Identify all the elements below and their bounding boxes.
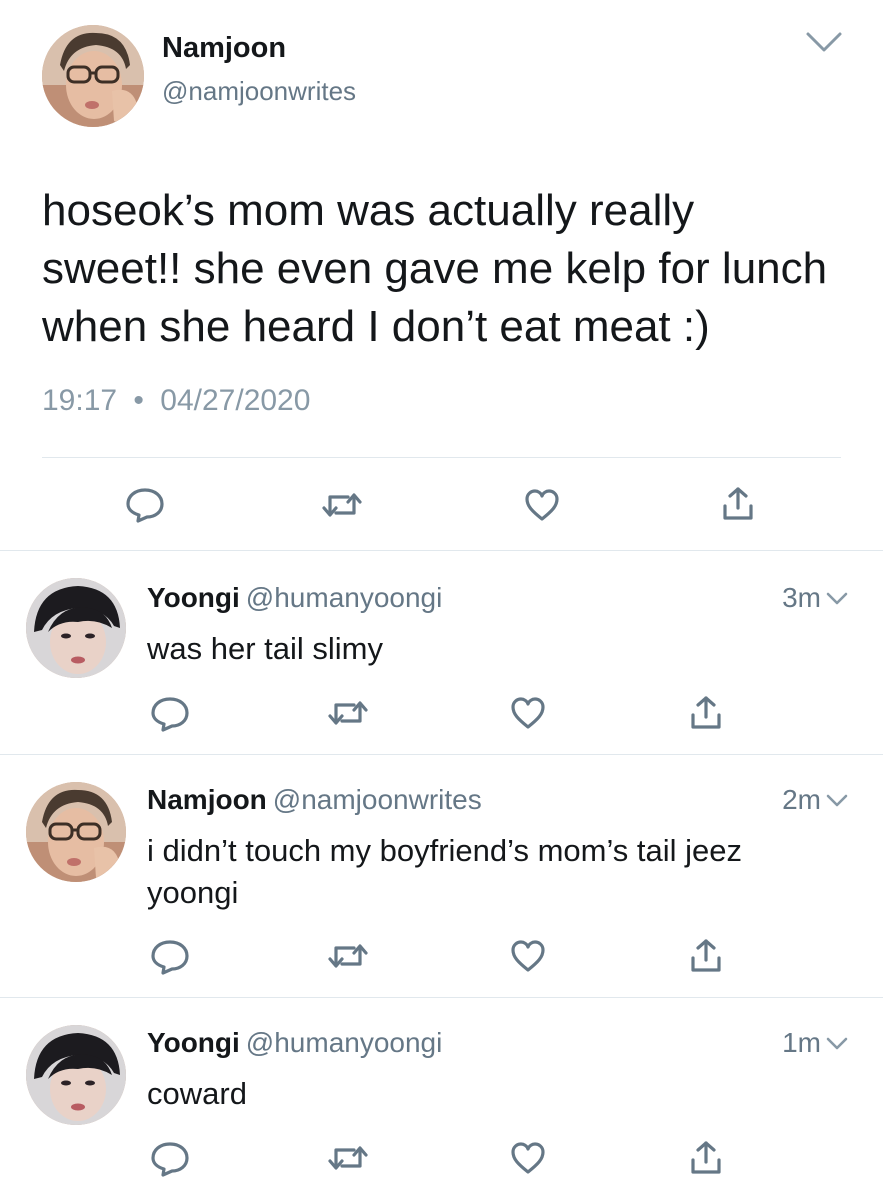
reply-tweet[interactable]: Namjoon @namjoonwrites 2m i didn’t touch …	[0, 754, 883, 997]
divider	[0, 550, 883, 551]
reply-text: was her tail slimy	[147, 631, 383, 666]
tweet-date: 04/27/2020	[160, 384, 311, 417]
author-name[interactable]: Namjoon	[147, 784, 267, 815]
share-icon[interactable]	[721, 486, 755, 522]
avatar[interactable]	[42, 25, 144, 127]
retweet-icon[interactable]	[322, 490, 362, 520]
main-tweet: Namjoon @namjoonwrites hoseok’s mom was …	[0, 0, 883, 550]
reply-icon[interactable]	[149, 695, 191, 733]
tweet-timestamp: 19:17 • 04/27/2020	[42, 384, 310, 418]
reply-timestamp: 2m	[782, 784, 821, 815]
retweet-icon[interactable]	[328, 941, 368, 971]
author-handle[interactable]: @humanyoongi	[246, 582, 443, 613]
chevron-down-icon[interactable]	[826, 592, 848, 606]
reply-tweet[interactable]: Yoongi @humanyoongi 1m coward	[0, 997, 883, 1200]
tweet-text: hoseok’s mom was actually really sweet!!…	[42, 186, 828, 351]
divider	[42, 457, 841, 458]
author-handle[interactable]: @humanyoongi	[246, 1027, 443, 1058]
meta-separator: •	[133, 384, 144, 417]
chevron-down-icon[interactable]	[804, 30, 844, 54]
reply-text: i didn’t touch my boyfriend’s mom’s tail…	[147, 833, 743, 910]
reply-header: Namjoon @namjoonwrites	[147, 784, 482, 816]
author-handle[interactable]: @namjoonwrites	[273, 784, 482, 815]
reply-icon[interactable]	[149, 1140, 191, 1178]
author-name[interactable]: Namjoon	[162, 32, 286, 65]
avatar[interactable]	[26, 578, 126, 678]
retweet-icon[interactable]	[328, 1143, 368, 1173]
divider	[0, 754, 883, 755]
share-icon[interactable]	[689, 695, 723, 731]
author-name[interactable]: Yoongi	[147, 1027, 240, 1058]
reply-timestamp: 1m	[782, 1027, 821, 1058]
heart-icon[interactable]	[510, 1141, 546, 1175]
chevron-down-icon[interactable]	[826, 794, 848, 808]
chevron-down-icon[interactable]	[826, 1037, 848, 1051]
reply-icon[interactable]	[124, 486, 166, 524]
reply-timestamp: 3m	[782, 582, 821, 613]
divider	[0, 997, 883, 998]
heart-icon[interactable]	[510, 939, 546, 973]
avatar[interactable]	[26, 1025, 126, 1125]
reply-icon[interactable]	[149, 938, 191, 976]
share-icon[interactable]	[689, 1140, 723, 1176]
author-name[interactable]: Yoongi	[147, 582, 240, 613]
reply-tweet[interactable]: Yoongi @humanyoongi 3m was her tail slimy	[0, 550, 883, 754]
share-icon[interactable]	[689, 938, 723, 974]
reply-text: coward	[147, 1076, 247, 1111]
retweet-icon[interactable]	[328, 698, 368, 728]
author-handle[interactable]: @namjoonwrites	[162, 76, 356, 107]
tweet-time: 19:17	[42, 384, 118, 417]
avatar[interactable]	[26, 782, 126, 882]
reply-header: Yoongi @humanyoongi	[147, 582, 442, 614]
heart-icon[interactable]	[510, 696, 546, 730]
heart-icon[interactable]	[524, 488, 560, 522]
reply-header: Yoongi @humanyoongi	[147, 1027, 442, 1059]
